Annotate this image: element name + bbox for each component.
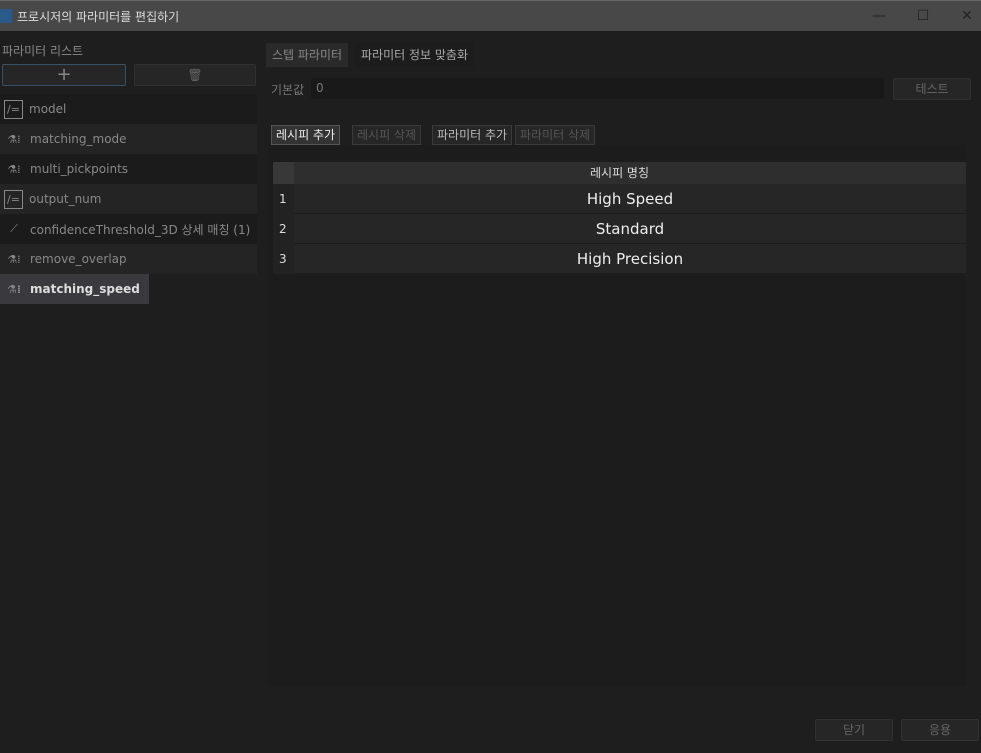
trash-icon: 🗑 (187, 68, 203, 82)
recipe-table: 레시피 명칭 1 High Speed 2 Standard 3 High Precisi… (268, 145, 966, 686)
add-param-button[interactable]: + (2, 64, 126, 86)
param-list: /= model ⚗⁞ matching_mode ⚗⁞ multi_pickpoints… (0, 94, 257, 304)
param-name: multi_pickpoints (30, 162, 129, 176)
flask-list-icon: ⚗⁞ (7, 132, 21, 146)
recipe-name-cell[interactable]: High Precision (294, 244, 966, 274)
recipe-name-cell[interactable]: Standard (294, 214, 966, 244)
table-corner[interactable] (273, 162, 294, 184)
tab-step-params[interactable]: 스텝 파라미터 (266, 43, 349, 67)
row-number[interactable]: 2 (273, 214, 294, 244)
param-item[interactable]: /= output_num (0, 184, 257, 214)
flask-list-icon: ⚗⁞ (7, 252, 21, 266)
param-item[interactable]: ⚗⁞ remove_overlap (0, 244, 257, 274)
table-row[interactable]: 3 High Precision (273, 244, 966, 274)
param-name: confidenceThreshold_3D 상세 매칭 (1) (30, 222, 251, 237)
app-icon (0, 9, 12, 23)
table-row[interactable]: 1 High Speed (273, 184, 966, 214)
formula-icon: /= (4, 189, 23, 209)
param-item[interactable]: /= model (0, 94, 257, 124)
apply-button[interactable]: 응용 (901, 719, 979, 741)
row-number[interactable]: 1 (273, 184, 294, 214)
tab-param-customize[interactable]: 파라미터 정보 맞춤화 (355, 43, 474, 67)
param-item[interactable]: ⚗⁞ matching_mode (0, 124, 257, 154)
add-recipe-button[interactable]: 레시피 추가 (271, 125, 341, 145)
param-name: remove_overlap (30, 252, 127, 266)
close-button[interactable]: 닫기 (815, 719, 893, 741)
param-name: matching_mode (30, 132, 127, 146)
recipe-name-cell[interactable]: High Speed (294, 184, 966, 214)
window-title: 프로시저의 파라미터를 편집하기 (17, 10, 180, 24)
column-recipe-name[interactable]: 레시피 명칭 (590, 166, 649, 180)
formula-icon: /= (4, 99, 23, 119)
close-window-button[interactable]: ✕ (952, 5, 981, 27)
minimize-button[interactable]: — (864, 5, 894, 27)
param-item[interactable]: ⚗⁞ multi_pickpoints (0, 154, 257, 184)
test-button[interactable]: 테스트 (893, 78, 971, 100)
delete-param-button[interactable]: 🗑 (134, 64, 256, 86)
param-item[interactable]: ⚗⁞ matching_speed (0, 274, 149, 304)
param-name: output_num (29, 192, 102, 206)
param-list-label: 파라미터 리스트 (2, 44, 84, 58)
delete-parameter-button[interactable]: 파라미터 삭제 (515, 125, 596, 145)
param-name: model (29, 102, 67, 116)
default-label: 기본값 (271, 83, 305, 97)
table-header: 레시피 명칭 (273, 162, 966, 184)
flask-list-icon: ⚗⁞ (6, 282, 22, 296)
slider-icon: ⟋ (10, 222, 18, 235)
param-item[interactable]: ⟋ confidenceThreshold_3D 상세 매칭 (1) (0, 214, 257, 244)
param-name: matching_speed (30, 282, 140, 296)
add-parameter-button[interactable]: 파라미터 추가 (432, 125, 513, 145)
delete-recipe-button[interactable]: 레시피 삭제 (352, 125, 422, 145)
maximize-button[interactable]: ☐ (908, 5, 938, 27)
default-value-input[interactable]: 0 (311, 78, 884, 99)
row-number[interactable]: 3 (273, 244, 294, 274)
table-row[interactable]: 2 Standard (273, 214, 966, 244)
flask-list-icon: ⚗⁞ (7, 162, 21, 176)
title-bar: 프로시저의 파라미터를 편집하기 — ☐ ✕ (0, 0, 981, 31)
